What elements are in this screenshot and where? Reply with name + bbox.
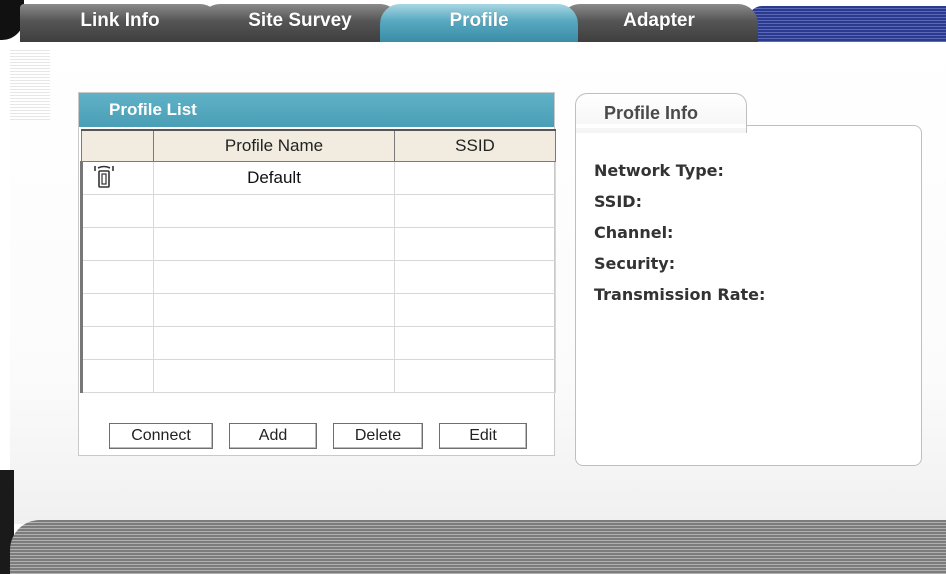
row-ssid <box>394 260 556 294</box>
network-type-label: Network Type: <box>594 161 724 180</box>
edit-button[interactable]: Edit <box>439 423 527 449</box>
channel-label: Channel: <box>594 223 674 242</box>
tab-bar-stripes <box>748 6 946 42</box>
security-label: Security: <box>594 254 676 273</box>
row-profile-name <box>153 260 395 294</box>
profile-action-buttons: Connect Add Delete Edit <box>109 423 527 449</box>
table-row[interactable] <box>80 326 556 360</box>
table-row[interactable] <box>80 194 556 228</box>
connect-button[interactable]: Connect <box>109 423 213 449</box>
row-status-cell <box>80 194 154 228</box>
column-header-status[interactable] <box>81 129 154 162</box>
row-ssid <box>394 326 556 360</box>
delete-button[interactable]: Delete <box>333 423 423 449</box>
table-row[interactable] <box>80 260 556 294</box>
row-profile-name <box>153 227 395 261</box>
row-ssid <box>394 227 556 261</box>
row-status-cell <box>80 359 154 393</box>
row-status-cell <box>80 326 154 360</box>
profile-list-panel: Profile List Profile Name SSID Default C… <box>78 92 556 456</box>
table-row[interactable] <box>80 227 556 261</box>
column-header-profile-name[interactable]: Profile Name <box>153 129 395 162</box>
row-profile-name: Default <box>153 161 395 195</box>
active-profile-icon <box>91 163 117 194</box>
tab-link-info[interactable]: Link Info <box>20 4 220 42</box>
transmission-rate-label: Transmission Rate: <box>594 285 766 304</box>
row-ssid <box>394 161 556 195</box>
row-status-cell <box>80 260 154 294</box>
tab-adapter[interactable]: Adapter <box>560 4 758 42</box>
row-status-cell <box>80 293 154 327</box>
row-status-cell <box>80 161 154 195</box>
table-row[interactable] <box>80 293 556 327</box>
profile-info-fields: Network Type: SSID: Channel: Security: T… <box>594 161 765 316</box>
add-button[interactable]: Add <box>229 423 317 449</box>
ssid-label: SSID: <box>594 192 642 211</box>
row-status-cell <box>80 227 154 261</box>
row-profile-name <box>153 326 395 360</box>
row-ssid <box>394 194 556 228</box>
table-row[interactable]: Default <box>80 161 556 195</box>
row-profile-name <box>153 293 395 327</box>
table-row[interactable] <box>80 359 556 393</box>
profile-table: Profile Name SSID Default <box>80 129 556 393</box>
row-ssid <box>394 359 556 393</box>
column-header-ssid[interactable]: SSID <box>394 129 556 162</box>
tab-profile[interactable]: Profile <box>380 4 578 42</box>
row-ssid <box>394 293 556 327</box>
panel-stripe <box>10 50 50 120</box>
info-tab-join <box>576 124 746 128</box>
bottom-bar <box>10 520 946 574</box>
table-header-row: Profile Name SSID <box>81 129 556 162</box>
tab-site-survey[interactable]: Site Survey <box>200 4 400 42</box>
profile-list-title: Profile List <box>79 93 554 127</box>
row-profile-name <box>153 194 395 228</box>
row-profile-name <box>153 359 395 393</box>
